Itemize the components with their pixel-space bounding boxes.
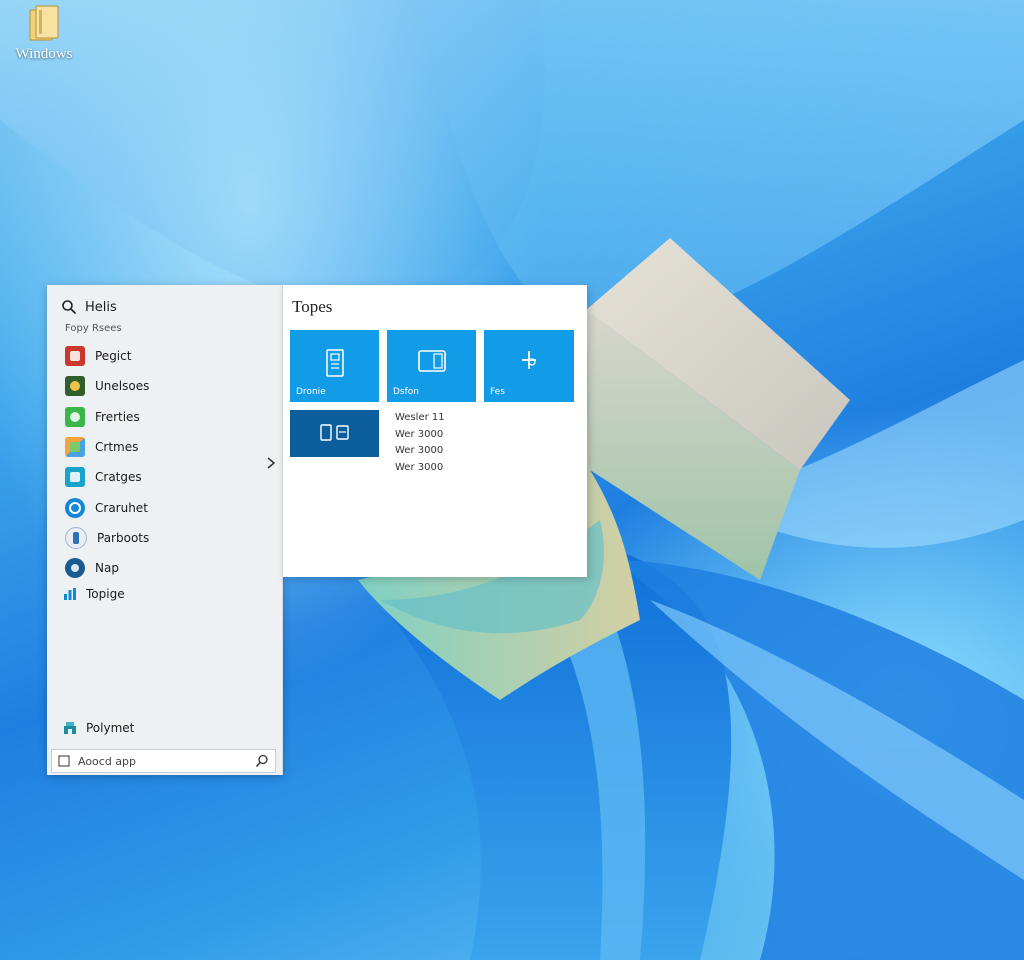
start-menu: Helis Fopy Rsees Pegict Unelsoes Frertie… (47, 285, 587, 775)
app-label: Crtmes (95, 440, 139, 455)
app-label: Unelsoes (95, 379, 150, 394)
tile-dsfon[interactable]: Dsfon (387, 330, 476, 402)
app-list: Pegict Unelsoes Frerties Crtmes Cratges (65, 341, 265, 583)
blue-app-icon (65, 497, 85, 518)
red-app-icon (65, 346, 85, 367)
info-line: Wer 3000 (395, 445, 444, 456)
topige-link[interactable]: Topige (63, 587, 125, 601)
document-icon (325, 349, 344, 377)
polymet-link[interactable]: Polymet (63, 721, 134, 735)
search-icon[interactable] (255, 754, 269, 768)
app-label: Cratges (95, 470, 142, 485)
desktop: Windows Helis Fopy Rsees Pegict Unelsoes (0, 0, 1024, 960)
chevron-right-icon[interactable] (265, 456, 277, 470)
polymet-label: Polymet (86, 721, 135, 735)
search-app-input[interactable] (78, 754, 247, 768)
tile-label: Fes (490, 387, 505, 397)
green-app-icon (65, 406, 85, 427)
checkbox-icon (58, 755, 70, 767)
dark-green-app-icon (65, 376, 85, 397)
colorful-app-icon (65, 437, 85, 458)
app-item-craruhet[interactable]: Craruhet (65, 492, 265, 522)
app-item-crtmes[interactable]: Crtmes (65, 432, 265, 462)
info-line: Wer 3000 (395, 428, 444, 440)
store-icon (64, 722, 76, 734)
map-app-icon (65, 558, 85, 579)
app-item-frerties[interactable]: Frerties (65, 402, 265, 432)
start-menu-app-pane: Helis Fopy Rsees Pegict Unelsoes Frertie… (47, 285, 283, 775)
app-item-pegict[interactable]: Pegict (65, 341, 265, 371)
app-label: Pegict (95, 349, 132, 364)
app-label: Parboots (97, 530, 150, 545)
info-line: Wesler 11 (395, 412, 445, 423)
app-list-section-label: Fopy Rsees (65, 323, 122, 334)
folder-icon (29, 5, 59, 41)
start-search-header[interactable]: Helis (61, 297, 117, 317)
bottom-search-box (51, 749, 276, 773)
app-label: Craruhet (95, 500, 148, 515)
desktop-icon-label: Windows (15, 46, 73, 62)
tiles-title: Topes (292, 297, 333, 316)
tile-label: Dronie (296, 387, 326, 397)
desktop-folder-shortcut[interactable]: Windows (4, 4, 84, 63)
app-label: Nap (95, 561, 119, 576)
tile-devices[interactable] (290, 410, 379, 457)
app-item-parboots[interactable]: Parboots (65, 523, 265, 553)
info-list: Wesler 11 Wer 3000 Wer 3000 Wer 3000 (395, 410, 445, 476)
topige-label: Topige (86, 587, 125, 601)
info-line: Wer 3000 (395, 461, 444, 473)
app-label: Frerties (95, 409, 140, 424)
globe-app-icon (65, 526, 87, 549)
plus-icon (522, 351, 536, 369)
app-item-cratges[interactable]: Cratges (65, 462, 265, 492)
tile-dronie[interactable]: Dronie (290, 330, 379, 402)
search-label: Helis (85, 299, 117, 315)
bar-chart-icon (64, 588, 76, 600)
tablet-icon (417, 350, 446, 372)
tile-fes[interactable]: Fes (484, 330, 574, 402)
app-item-nap[interactable]: Nap (65, 553, 265, 583)
tile-label: Dsfon (393, 387, 419, 397)
devices-icon (319, 424, 349, 441)
app-item-unelsoes[interactable]: Unelsoes (65, 371, 265, 401)
start-menu-tiles-pane: Topes Dronie Dsfon Fes Wesler 11 Wer 300… (283, 285, 587, 577)
teal-app-icon (65, 467, 85, 488)
search-icon (62, 300, 76, 314)
